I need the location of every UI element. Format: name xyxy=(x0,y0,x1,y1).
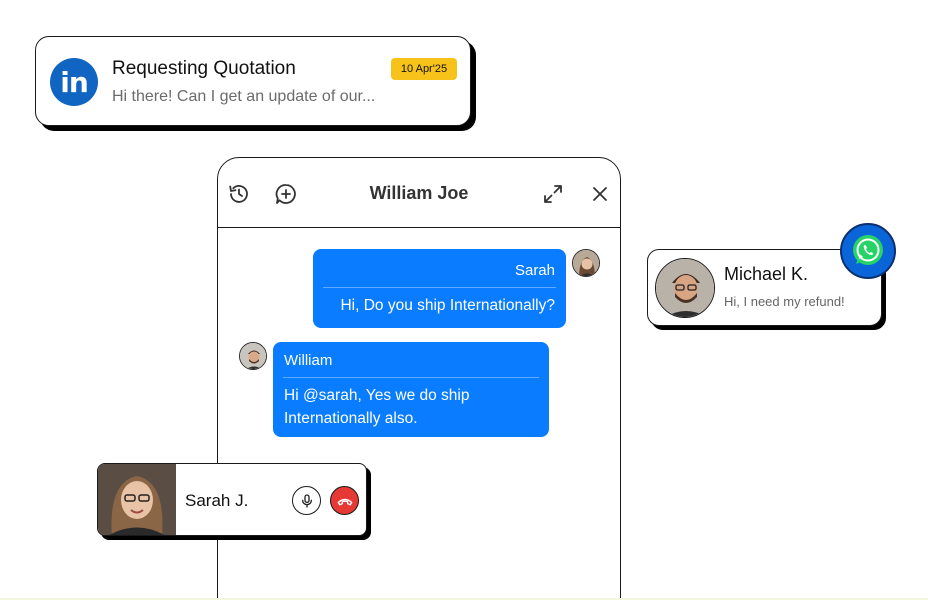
close-icon[interactable] xyxy=(588,182,612,206)
message-text: Hi, Do you ship Internationally? xyxy=(340,297,555,314)
linkedin-icon: in xyxy=(50,58,98,106)
contact-name: Michael K. xyxy=(724,264,809,284)
message-bubble-outgoing: Sarah Hi, Do you ship Internationally? xyxy=(313,249,566,328)
caller-photo xyxy=(98,464,176,535)
caller-name: Sarah J. xyxy=(185,491,249,510)
microphone-icon xyxy=(301,493,312,508)
message-text: Hi @sarah, Yes we do ship Internationall… xyxy=(284,387,470,427)
message-bubble-incoming: William Hi @sarah, Yes we do ship Intern… xyxy=(273,342,549,437)
message-preview: Hi, I need my refund! xyxy=(724,294,845,309)
chat-header: William Joe xyxy=(218,158,620,228)
notification-title: Requesting Quotation xyxy=(112,58,296,79)
notification-preview: Hi there! Can I get an update of our... xyxy=(112,88,376,105)
end-call-icon xyxy=(337,498,352,505)
expand-icon[interactable] xyxy=(541,182,565,206)
message-sender: William xyxy=(284,352,333,369)
michael-avatar xyxy=(655,258,715,318)
call-card: Sarah J. xyxy=(97,463,367,536)
end-call-button[interactable] xyxy=(330,486,359,515)
bubble-divider xyxy=(283,377,539,378)
date-badge: 10 Apr'25 xyxy=(391,58,457,80)
linkedin-notification-card[interactable]: in Requesting Quotation Hi there! Can I … xyxy=(35,36,471,126)
message-sender: Sarah xyxy=(514,262,555,279)
mute-button[interactable] xyxy=(292,486,321,515)
sarah-avatar xyxy=(572,249,600,277)
whatsapp-badge xyxy=(840,223,896,279)
william-avatar xyxy=(239,342,267,370)
whatsapp-icon xyxy=(853,235,883,265)
bubble-divider xyxy=(323,287,556,288)
